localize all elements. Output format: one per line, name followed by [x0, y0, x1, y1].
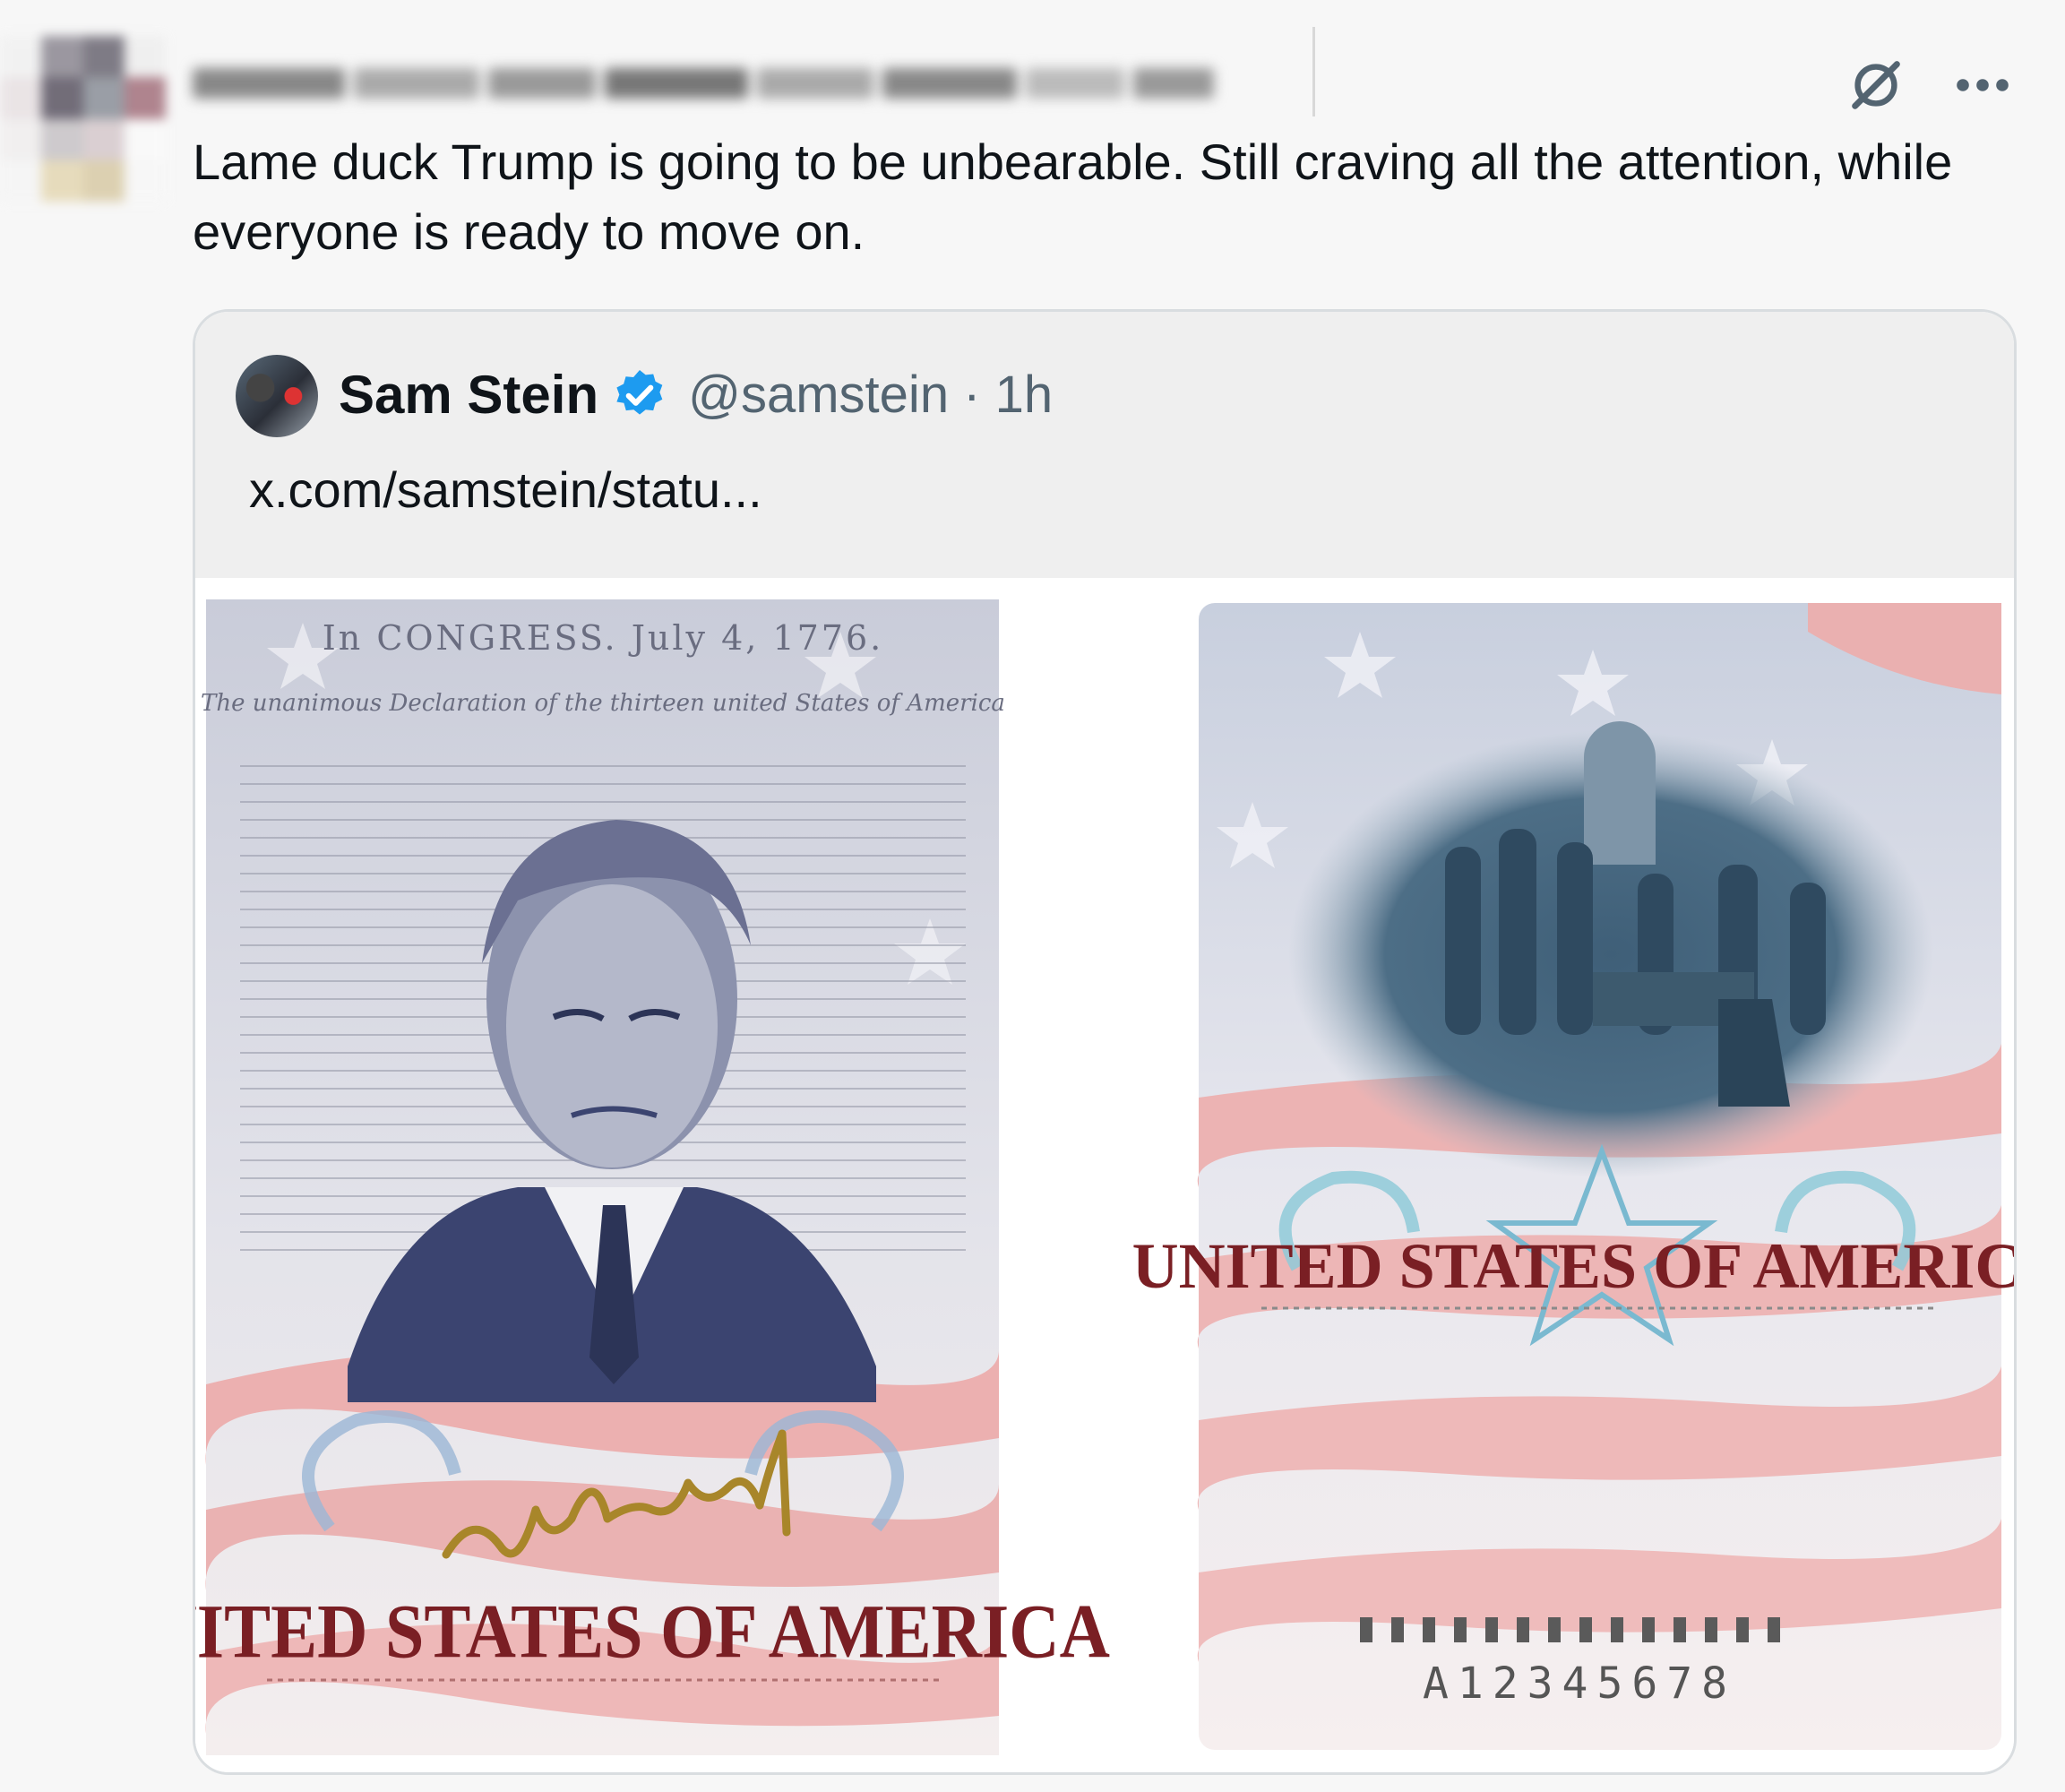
- post-actions: [1845, 54, 2011, 116]
- quoted-status-link[interactable]: x.com/samstein/statu...: [249, 461, 762, 519]
- right-country-title: UNITED STATES OF AMERICA: [1132, 1230, 2014, 1302]
- redacted-author-name[interactable]: [193, 54, 1312, 113]
- quoted-media[interactable]: In CONGRESS. July 4, 1776. The unanimous…: [195, 578, 2014, 1772]
- quoted-author: Sam Stein @samstein · 1h: [339, 364, 1053, 426]
- quoted-post-header: Sam Stein @samstein · 1h x.com/samstein/…: [195, 312, 2014, 578]
- declaration-header: In CONGRESS. July 4, 1776.: [323, 618, 883, 658]
- quoted-post-card[interactable]: Sam Stein @samstein · 1h x.com/samstein/…: [193, 309, 2017, 1775]
- more-icon[interactable]: [1954, 76, 2011, 94]
- quoted-author-name[interactable]: Sam Stein: [339, 364, 598, 426]
- passport-number: A12345678: [1423, 1658, 1736, 1709]
- passport-page-right: UNITED STATES OF AMERICA A12345678: [1132, 603, 2014, 1750]
- passport-page-left: In CONGRESS. July 4, 1776. The unanimous…: [195, 599, 1110, 1755]
- quoted-handle-time[interactable]: @samstein · 1h: [688, 365, 1053, 425]
- declaration-title: The unanimous Declaration of the thirtee…: [201, 690, 1005, 717]
- name-divider: [1312, 27, 1315, 116]
- left-country-title: UNITED STATES OF AMERICA: [195, 1589, 1110, 1674]
- grok-icon[interactable]: [1845, 54, 1907, 116]
- post-text: Lame duck Trump is going to be unbearabl…: [193, 134, 1953, 260]
- passport-pages-image: In CONGRESS. July 4, 1776. The unanimous…: [195, 599, 2014, 1755]
- verified-badge-icon: [611, 366, 668, 424]
- quoted-author-avatar[interactable]: [236, 355, 318, 437]
- redacted-avatar[interactable]: [0, 36, 166, 202]
